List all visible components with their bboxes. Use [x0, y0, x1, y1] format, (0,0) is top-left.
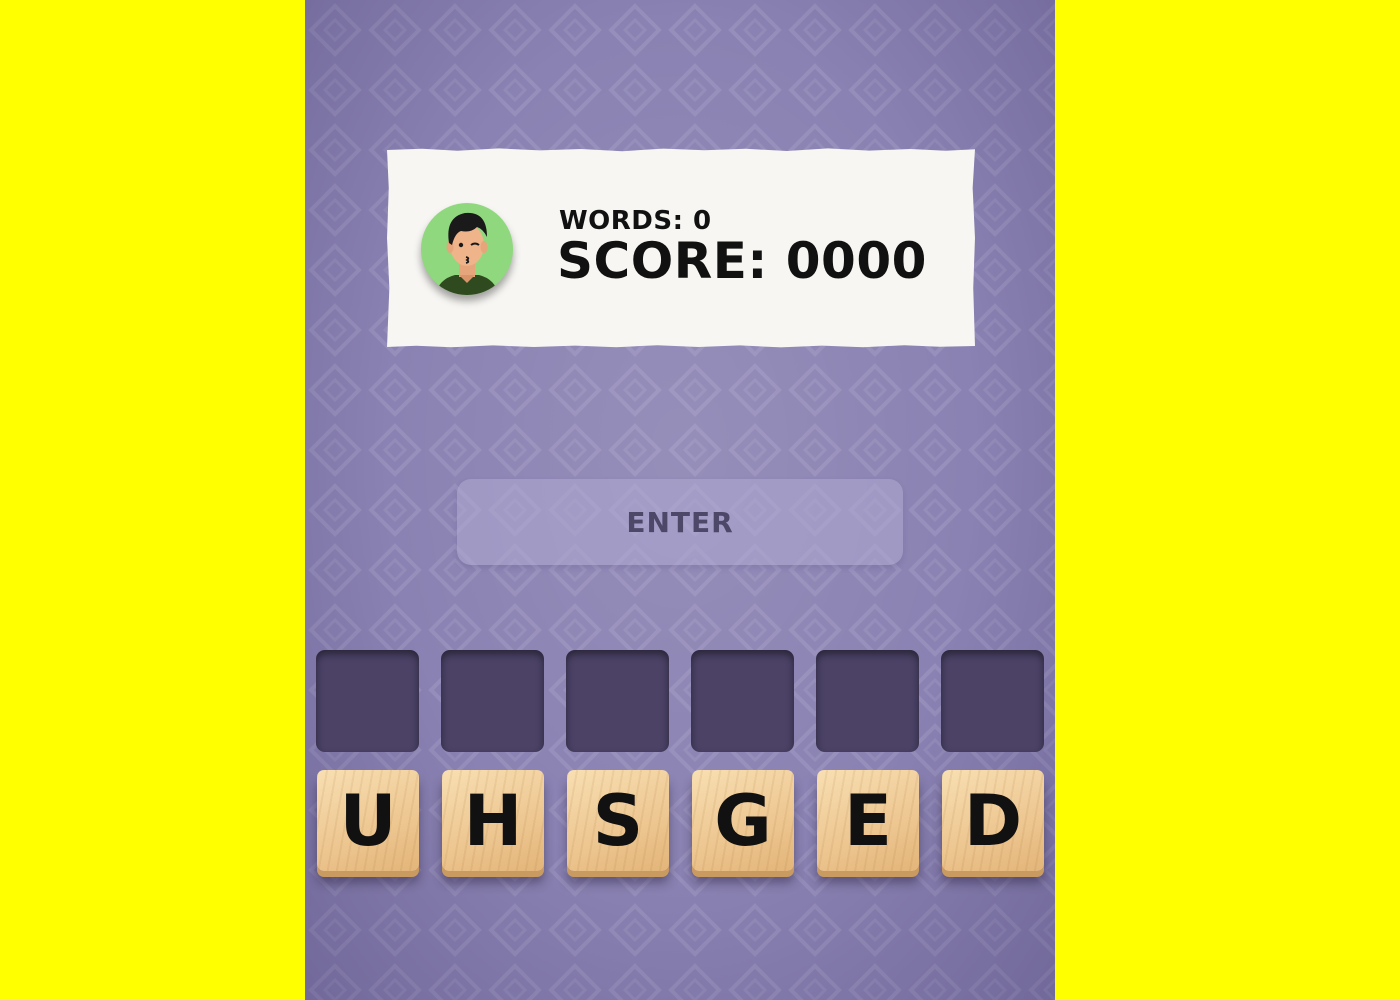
tile-letter: E: [844, 779, 892, 862]
letter-tile[interactable]: G: [692, 770, 794, 871]
answer-slot[interactable]: [566, 650, 669, 752]
score-card: WORDS: 0 SCORE: 0000: [387, 148, 975, 348]
game-board: WORDS: 0 SCORE: 0000 ENTER U H S G E D: [305, 0, 1055, 1000]
tile-letter: U: [339, 779, 397, 862]
answer-slot[interactable]: [441, 650, 544, 752]
letter-tile[interactable]: E: [817, 770, 919, 871]
answer-slot[interactable]: [941, 650, 1044, 752]
player-avatar: [421, 203, 513, 295]
answer-slot[interactable]: [316, 650, 419, 752]
letter-tile[interactable]: D: [942, 770, 1044, 871]
score-value: SCORE: 0000: [557, 232, 927, 290]
avatar-icon: [435, 212, 499, 295]
answer-slot[interactable]: [816, 650, 919, 752]
letter-tile[interactable]: H: [442, 770, 544, 871]
letter-tile[interactable]: S: [567, 770, 669, 871]
enter-button[interactable]: ENTER: [457, 479, 903, 565]
answer-slot[interactable]: [691, 650, 794, 752]
tile-letter: D: [963, 779, 1023, 862]
tile-letter: G: [714, 779, 772, 862]
tile-letter: S: [592, 779, 644, 862]
letter-tile[interactable]: U: [317, 770, 419, 871]
tile-letter: H: [463, 779, 523, 862]
